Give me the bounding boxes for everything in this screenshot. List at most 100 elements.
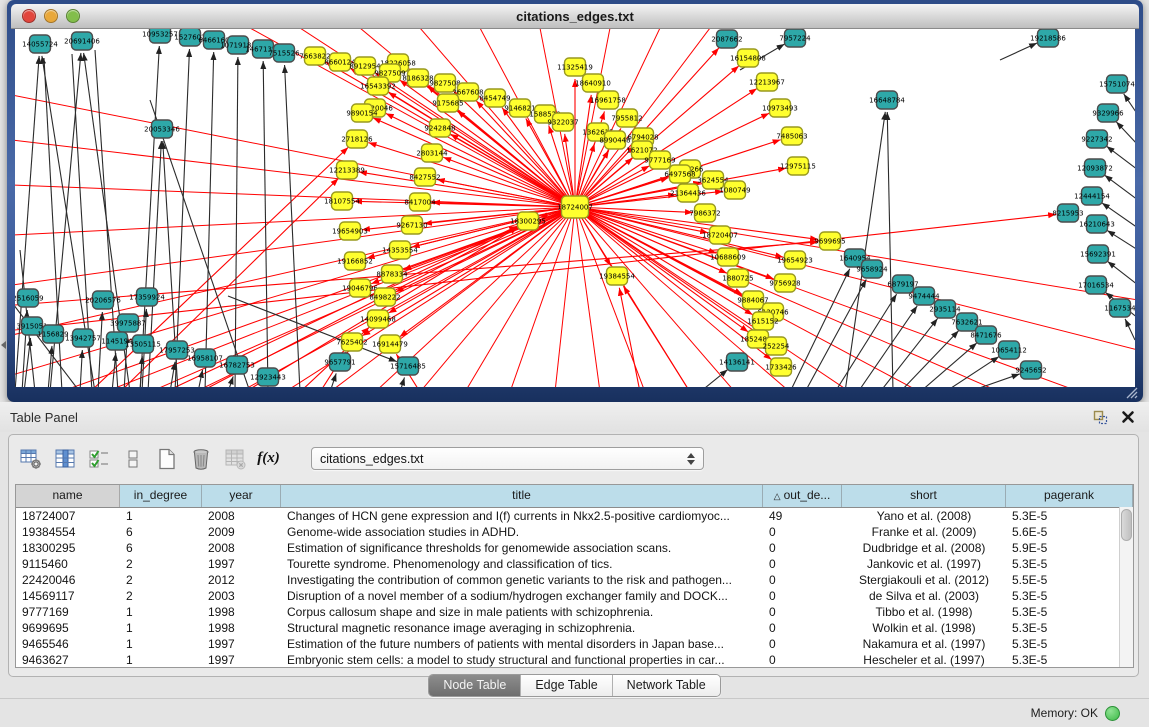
sidebar-collapse-arrow-icon[interactable] (1, 341, 6, 349)
cell-short[interactable]: de Silva et al. (2003) (842, 588, 1006, 604)
cell-out_degree[interactable]: 0 (763, 652, 842, 668)
graph-node[interactable]: 8215953 (1052, 204, 1083, 222)
graph-node[interactable]: 12213967 (749, 73, 785, 91)
graph-node[interactable]: 252254 (763, 337, 790, 355)
table-row[interactable]: 1872400712008Changes of HCN gene express… (16, 508, 1133, 524)
table-selector-dropdown[interactable]: citations_edges.txt (311, 447, 704, 470)
cell-in_degree[interactable]: 2 (120, 556, 202, 572)
column-header-pagerank[interactable]: pagerank (1006, 485, 1133, 507)
function-builder-button[interactable]: f(x) (255, 445, 282, 472)
cell-title[interactable]: Genome-wide association studies in ADHD. (281, 524, 763, 540)
cell-pagerank[interactable]: 5.3E-5 (1006, 652, 1133, 668)
graph-node[interactable]: 19166852 (337, 252, 373, 270)
graph-node[interactable]: 20691406 (64, 32, 100, 50)
cell-pagerank[interactable]: 5.3E-5 (1006, 636, 1133, 652)
cell-title[interactable]: Disruption of a novel member of a sodium… (281, 588, 763, 604)
float-panel-button[interactable] (1091, 408, 1109, 426)
cell-name[interactable]: 9777169 (16, 604, 120, 620)
graph-node[interactable]: 2718126 (341, 130, 373, 148)
cell-out_degree[interactable]: 49 (763, 508, 842, 524)
cell-name[interactable]: 9463627 (16, 652, 120, 668)
graph-node[interactable]: 16961758 (590, 91, 626, 109)
tab-node-table[interactable]: Node Table (429, 675, 520, 696)
cell-out_degree[interactable]: 0 (763, 588, 842, 604)
graph-node[interactable]: 7986372 (689, 204, 720, 222)
cell-title[interactable]: Tourette syndrome. Phenomenology and cla… (281, 556, 763, 572)
cell-year[interactable]: 1997 (202, 652, 281, 668)
cell-name[interactable]: 19384554 (16, 524, 120, 540)
cell-year[interactable]: 2008 (202, 540, 281, 556)
graph-node[interactable]: 1880725 (722, 269, 753, 287)
cell-pagerank[interactable]: 5.9E-5 (1006, 540, 1133, 556)
graph-node[interactable]: 7515526 (268, 44, 300, 62)
graph-node[interactable]: 9329966 (1092, 104, 1124, 122)
cell-name[interactable]: 22420046 (16, 572, 120, 588)
cell-in_degree[interactable]: 2 (120, 588, 202, 604)
cell-year[interactable]: 1997 (202, 636, 281, 652)
cell-short[interactable]: Nakamura et al. (1997) (842, 636, 1006, 652)
close-panel-button[interactable] (1119, 408, 1137, 426)
cell-in_degree[interactable]: 6 (120, 524, 202, 540)
create-column-button[interactable] (153, 445, 180, 472)
graph-node[interactable]: 13942757 (65, 329, 101, 347)
column-select-button[interactable] (85, 445, 112, 472)
memory-ok-indicator[interactable] (1105, 706, 1120, 721)
cell-in_degree[interactable]: 6 (120, 540, 202, 556)
graph-node[interactable]: 18107554 (324, 192, 360, 210)
graph-node[interactable]: 8427552 (409, 168, 440, 186)
graph-node[interactable]: 7957224 (779, 29, 811, 47)
cell-year[interactable]: 2009 (202, 524, 281, 540)
cell-out_degree[interactable]: 0 (763, 572, 842, 588)
tab-network-table[interactable]: Network Table (612, 675, 720, 696)
cell-short[interactable]: Hescheler et al. (1997) (842, 652, 1006, 668)
cell-short[interactable]: Wolkin et al. (1998) (842, 620, 1006, 636)
delete-table-button[interactable] (221, 445, 248, 472)
graph-node[interactable]: 10654112 (991, 341, 1027, 359)
graph-node[interactable]: 2803144 (416, 144, 448, 162)
cell-name[interactable]: 18300295 (16, 540, 120, 556)
cell-out_degree[interactable]: 0 (763, 636, 842, 652)
table-scrollbar[interactable] (1119, 507, 1133, 667)
graph-node[interactable]: 10688609 (710, 248, 746, 266)
network-canvas[interactable]: 1872400718300295193845541405572420691406… (15, 29, 1135, 387)
column-header-short[interactable]: short (842, 485, 1006, 507)
cell-short[interactable]: Yano et al. (2008) (842, 508, 1006, 524)
graph-node[interactable]: 9657791 (324, 353, 355, 371)
cell-out_degree[interactable]: 0 (763, 620, 842, 636)
table-row[interactable]: 1938455462009Genome-wide association stu… (16, 524, 1133, 540)
graph-node[interactable]: 9658924 (856, 260, 888, 278)
cell-out_degree[interactable]: 0 (763, 556, 842, 572)
table-row[interactable]: 911546021997Tourette syndrome. Phenomeno… (16, 556, 1133, 572)
graph-node[interactable]: 14136141 (719, 353, 755, 371)
cell-short[interactable]: Dudbridge et al. (2008) (842, 540, 1006, 556)
graph-node[interactable]: 1733426 (765, 358, 797, 376)
cell-out_degree[interactable]: 0 (763, 604, 842, 620)
graph-node[interactable]: 15751074 (1099, 75, 1135, 93)
cell-out_degree[interactable]: 0 (763, 540, 842, 556)
cell-year[interactable]: 2012 (202, 572, 281, 588)
cell-title[interactable]: Estimation of significance thresholds fo… (281, 540, 763, 556)
graph-node[interactable]: 16782753 (219, 356, 255, 374)
cell-year[interactable]: 2008 (202, 508, 281, 524)
column-visibility-button[interactable] (51, 445, 78, 472)
cell-in_degree[interactable]: 1 (120, 652, 202, 668)
cell-short[interactable]: Franke et al. (2009) (842, 524, 1006, 540)
graph-node[interactable]: 15716485 (390, 357, 426, 375)
graph-node[interactable]: 20206576 (85, 291, 121, 309)
cell-year[interactable]: 1997 (202, 556, 281, 572)
graph-node[interactable]: 12975115 (780, 157, 816, 175)
window-resize-grip[interactable] (1125, 386, 1138, 399)
cell-title[interactable]: Investigating the contribution of common… (281, 572, 763, 588)
cell-pagerank[interactable]: 5.3E-5 (1006, 588, 1133, 604)
graph-node[interactable]: 12444154 (1074, 187, 1110, 205)
column-header-name[interactable]: name (16, 485, 120, 507)
graph-node[interactable]: 19654903 (332, 222, 368, 240)
table-row[interactable]: 969969511998Structural magnetic resonanc… (16, 620, 1133, 636)
cell-in_degree[interactable]: 1 (120, 508, 202, 524)
graph-node[interactable]: 16648784 (869, 91, 905, 109)
cell-title[interactable]: Embryonic stem cells: a model to study s… (281, 652, 763, 668)
cell-pagerank[interactable]: 5.6E-5 (1006, 524, 1133, 540)
graph-node[interactable]: 14055724 (22, 35, 58, 53)
window-titlebar[interactable]: citations_edges.txt (11, 4, 1139, 29)
table-row[interactable]: 977716911998Corpus callosum shape and si… (16, 604, 1133, 620)
